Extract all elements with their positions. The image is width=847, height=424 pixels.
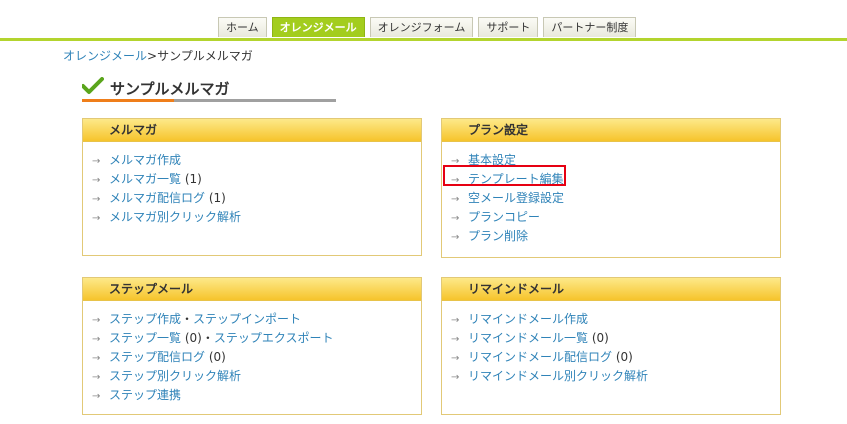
arrow-icon: →	[92, 391, 101, 402]
breadcrumb: オレンジメール>サンプルメルマガ	[63, 47, 253, 64]
panel-plan-header: プラン設定	[442, 119, 780, 142]
panel-step-header: ステップメール	[83, 278, 421, 301]
remind-log-link[interactable]: リマインドメール配信ログ	[468, 350, 612, 364]
tab-support[interactable]: サポート	[478, 17, 539, 37]
remind-list-count: (0)	[591, 331, 609, 345]
top-nav: ホーム オレンジメール オレンジフォーム サポート パートナー制度	[218, 17, 641, 38]
list-item: → メルマガ作成	[92, 151, 421, 170]
arrow-icon: →	[92, 213, 101, 224]
arrow-icon: →	[451, 315, 460, 326]
step-integration-link[interactable]: ステップ連携	[109, 388, 181, 402]
list-item: → ステップ一覧 (0)・ステップエクスポート	[92, 329, 421, 348]
step-click-analysis-link[interactable]: ステップ別クリック解析	[109, 369, 241, 383]
panel-mailmag-header: メルマガ	[83, 119, 421, 142]
arrow-icon: →	[451, 232, 460, 243]
list-item: → メルマガ配信ログ (1)	[92, 189, 421, 208]
list-item: → プラン削除	[451, 227, 780, 246]
step-list-count: (0)	[184, 331, 202, 345]
remind-log-count: (0)	[615, 350, 633, 364]
panel-mailmag: メルマガ → メルマガ作成 → メルマガ一覧 (1) → メルマガ配信ログ (1) →…	[82, 118, 422, 256]
tab-partner[interactable]: パートナー制度	[543, 17, 637, 37]
mailmag-click-analysis-link[interactable]: メルマガ別クリック解析	[109, 210, 241, 224]
arrow-icon: →	[92, 156, 101, 167]
step-log-link[interactable]: ステップ配信ログ	[109, 350, 205, 364]
list-item: → ステップ作成・ステップインポート	[92, 310, 421, 329]
separator-dot: ・	[201, 331, 214, 345]
mailmag-log-count: (1)	[208, 191, 226, 205]
list-item: → 空メール登録設定	[451, 189, 780, 208]
tab-orange-form[interactable]: オレンジフォーム	[369, 17, 474, 37]
arrow-icon: →	[92, 194, 101, 205]
nav-underline	[0, 38, 847, 41]
mailmag-log-link[interactable]: メルマガ配信ログ	[109, 191, 205, 205]
step-log-count: (0)	[208, 350, 226, 364]
tab-orange-mail[interactable]: オレンジメール	[271, 17, 365, 37]
list-item: → リマインドメール作成	[451, 310, 780, 329]
step-create-link[interactable]: ステップ作成	[109, 312, 181, 326]
list-item: → プランコピー	[451, 208, 780, 227]
list-item: → メルマガ別クリック解析	[92, 208, 421, 227]
list-item: → ステップ別クリック解析	[92, 367, 421, 386]
arrow-icon: →	[451, 213, 460, 224]
list-item: → リマインドメール一覧 (0)	[451, 329, 780, 348]
tab-home[interactable]: ホーム	[218, 17, 267, 37]
breadcrumb-separator: >	[147, 49, 158, 63]
panel-remind-header: リマインドメール	[442, 278, 780, 301]
list-item: → ステップ連携	[92, 386, 421, 405]
step-import-link[interactable]: ステップインポート	[193, 312, 301, 326]
step-list-link[interactable]: ステップ一覧	[109, 331, 181, 345]
mailmag-list-count: (1)	[184, 172, 202, 186]
page-title: サンプルメルマガ	[110, 80, 230, 98]
breadcrumb-current: サンプルメルマガ	[157, 49, 253, 63]
arrow-icon: →	[92, 315, 101, 326]
list-item: → リマインドメール配信ログ (0)	[451, 348, 780, 367]
panel-remind: リマインドメール → リマインドメール作成 → リマインドメール一覧 (0) → リマ…	[441, 277, 781, 415]
arrow-icon: →	[92, 334, 101, 345]
remind-click-analysis-link[interactable]: リマインドメール別クリック解析	[468, 369, 648, 383]
list-item: → メルマガ一覧 (1)	[92, 170, 421, 189]
mailmag-create-link[interactable]: メルマガ作成	[109, 153, 181, 167]
step-export-link[interactable]: ステップエクスポート	[214, 331, 334, 345]
arrow-icon: →	[92, 353, 101, 364]
arrow-icon: →	[92, 175, 101, 186]
mailmag-list-link[interactable]: メルマガ一覧	[109, 172, 181, 186]
highlight-box	[443, 165, 566, 186]
breadcrumb-parent-link[interactable]: オレンジメール	[63, 49, 147, 63]
plan-copy-link[interactable]: プランコピー	[468, 210, 540, 224]
arrow-icon: →	[451, 353, 460, 364]
plan-delete-link[interactable]: プラン削除	[468, 229, 528, 243]
separator-dot: ・	[181, 312, 194, 326]
list-item: → リマインドメール別クリック解析	[451, 367, 780, 386]
arrow-icon: →	[451, 372, 460, 383]
remind-list-link[interactable]: リマインドメール一覧	[468, 331, 588, 345]
panel-plan: プラン設定 → 基本設定 → テンプレート編集 → 空メール登録設定 → プランコピー …	[441, 118, 781, 258]
title-underline-accent	[82, 99, 174, 102]
check-icon	[82, 77, 104, 94]
list-item: → ステップ配信ログ (0)	[92, 348, 421, 367]
arrow-icon: →	[451, 334, 460, 345]
arrow-icon: →	[92, 372, 101, 383]
panel-step: ステップメール → ステップ作成・ステップインポート → ステップ一覧 (0)・ステ…	[82, 277, 422, 415]
arrow-icon: →	[451, 194, 460, 205]
remind-create-link[interactable]: リマインドメール作成	[468, 312, 588, 326]
plan-empty-mail-link[interactable]: 空メール登録設定	[468, 191, 564, 205]
